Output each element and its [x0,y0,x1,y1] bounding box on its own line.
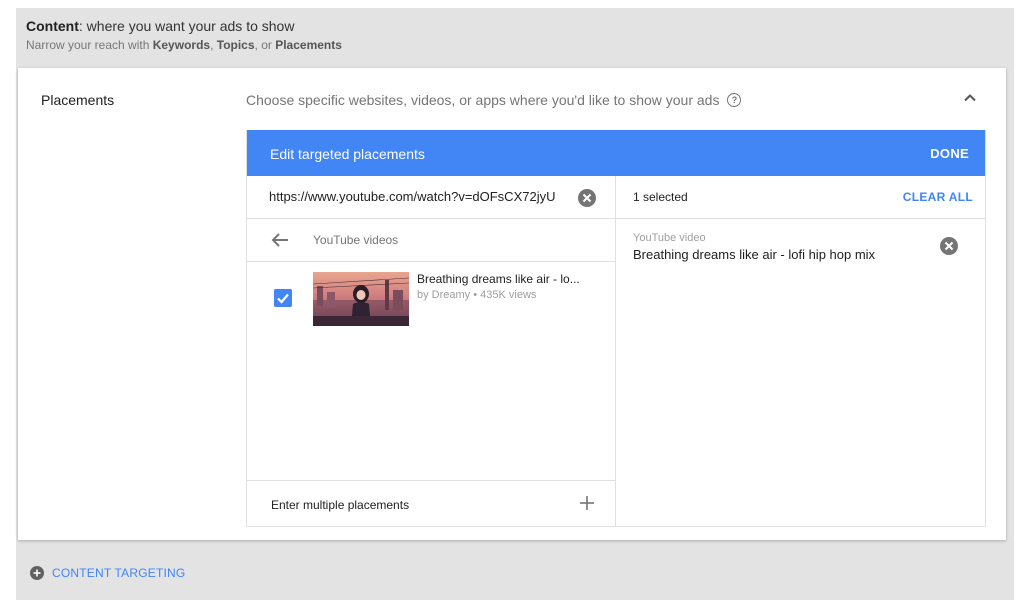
section-title: Content: where you want your ads to show [26,18,295,34]
clear-all-button[interactable]: CLEAR ALL [903,190,973,204]
add-circle-icon [30,566,44,580]
placements-editor: Edit targeted placements DONE https://ww… [246,130,986,527]
section-header: Content: where you want your ads to show… [26,18,342,52]
help-icon[interactable]: ? [727,93,742,107]
editor-header: Edit targeted placements DONE [247,130,985,176]
content-section: Content: where you want your ads to show… [16,8,1014,600]
selected-pane: 1 selected CLEAR ALL YouTube video Breat… [616,176,985,526]
results-nav-row: YouTube videos [247,219,615,262]
video-thumbnail [313,272,409,326]
section-subtitle: Narrow your reach with Keywords, Topics,… [26,38,342,52]
content-targeting-label: CONTENT TARGETING [52,566,186,580]
list-item: YouTube video Breathing dreams like air … [616,219,985,269]
results-category-label: YouTube videos [313,233,399,247]
plus-icon[interactable] [579,495,595,511]
content-targeting-button[interactable]: CONTENT TARGETING [30,566,185,580]
done-button[interactable]: DONE [930,146,969,161]
enter-multiple-placements-label: Enter multiple placements [271,498,410,512]
enter-multiple-placements-row[interactable]: Enter multiple placements [247,480,615,527]
arrow-left-icon[interactable] [271,232,289,248]
chevron-up-icon[interactable] [962,90,978,106]
result-meta: by Dreamy • 435K views [417,289,537,301]
selected-count: 1 selected [633,190,688,204]
clear-circle-icon[interactable] [578,189,596,207]
placements-description-text: Choose specific websites, videos, or app… [246,92,720,108]
search-pane: YouTube videos [247,176,616,526]
selected-header: 1 selected CLEAR ALL [616,176,985,219]
placements-card: Placements Choose specific websites, vid… [18,68,1006,540]
editor-title: Edit targeted placements [270,146,425,162]
placements-description: Choose specific websites, videos, or app… [246,92,742,108]
url-search-row [247,176,615,219]
result-title[interactable]: Breathing dreams like air - lo... [417,272,597,286]
checkbox-checked-icon[interactable] [274,289,292,307]
list-item[interactable]: Breathing dreams like air - lo... by Dre… [247,262,615,332]
selected-item-type: YouTube video [633,232,706,244]
clear-circle-icon[interactable] [940,237,958,255]
placements-label: Placements [41,92,115,108]
selected-item-name: Breathing dreams like air - lofi hip hop… [633,247,876,262]
placement-search-input[interactable] [269,189,559,204]
